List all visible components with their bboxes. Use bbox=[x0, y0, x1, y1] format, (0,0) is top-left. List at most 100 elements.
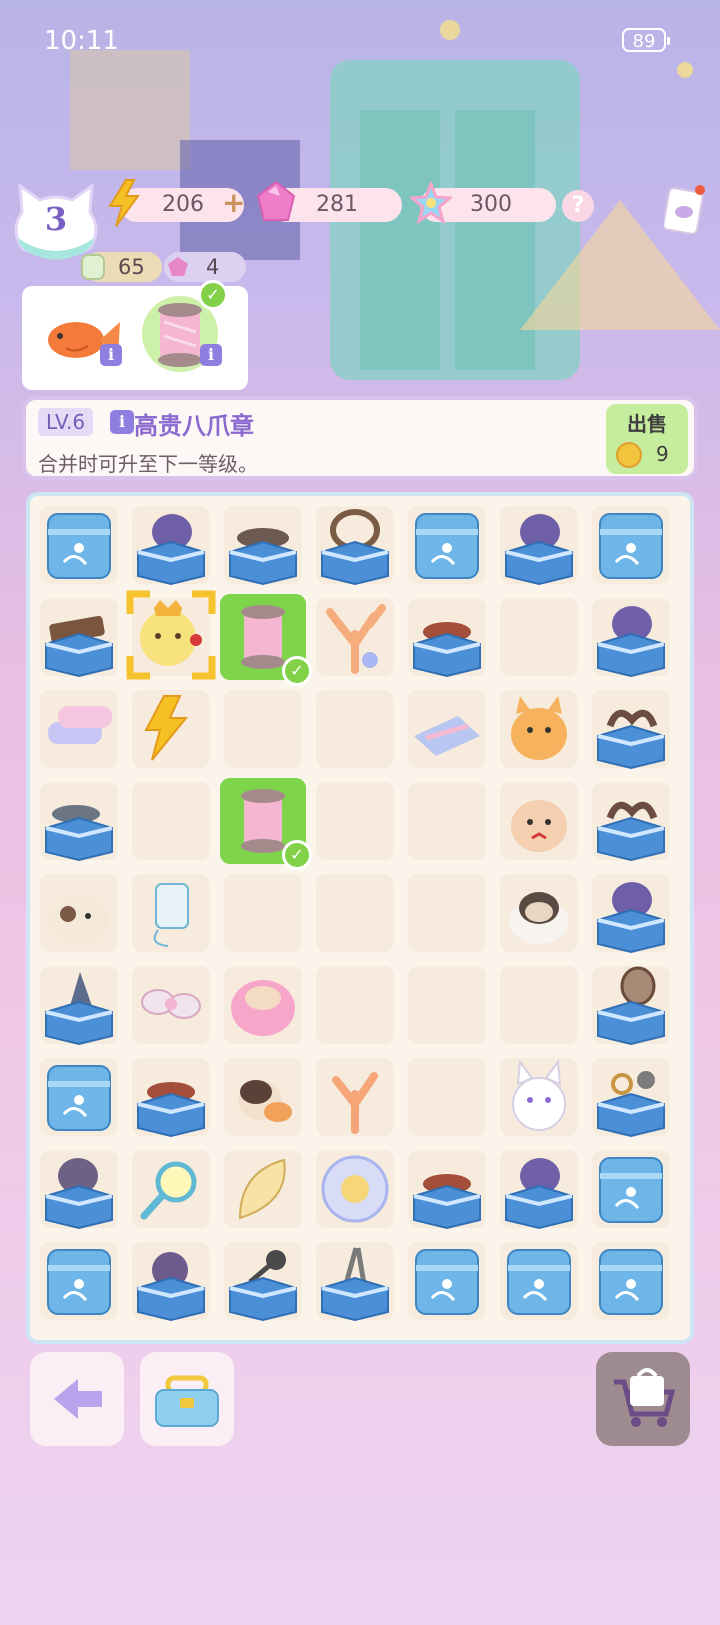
board-cell[interactable] bbox=[36, 870, 122, 956]
board-cell[interactable] bbox=[128, 1238, 214, 1324]
toolbox-button[interactable] bbox=[140, 1352, 234, 1446]
board-cell[interactable] bbox=[128, 502, 214, 588]
merge-board: ✓ ✓ bbox=[26, 492, 694, 1344]
board-cell[interactable] bbox=[404, 1054, 490, 1140]
box-lavender-icon bbox=[597, 606, 665, 678]
board-cell[interactable] bbox=[128, 1054, 214, 1140]
board-cell[interactable] bbox=[588, 594, 674, 680]
board-cell[interactable] bbox=[588, 686, 674, 772]
board-cell[interactable] bbox=[588, 778, 674, 864]
energy-value: 206 bbox=[162, 192, 204, 217]
sell-button[interactable]: 出售 9 bbox=[606, 404, 688, 474]
board-cell[interactable] bbox=[220, 870, 306, 956]
board-cell[interactable] bbox=[588, 502, 674, 588]
board-cell[interactable] bbox=[588, 870, 674, 956]
board-cell[interactable] bbox=[496, 962, 582, 1048]
board-cell[interactable] bbox=[496, 1054, 582, 1140]
cat-white-icon bbox=[512, 1059, 566, 1131]
board-cell[interactable] bbox=[220, 1054, 306, 1140]
board-cell[interactable] bbox=[36, 686, 122, 772]
board-cell[interactable] bbox=[496, 594, 582, 680]
board-cell[interactable] bbox=[312, 686, 398, 772]
order-item-info-button[interactable]: i bbox=[100, 344, 122, 366]
box-lavender-icon bbox=[505, 1158, 573, 1230]
board-cell[interactable] bbox=[126, 590, 216, 680]
board-cell[interactable] bbox=[220, 1238, 306, 1324]
box-rope-icon bbox=[597, 801, 665, 862]
board-cell[interactable] bbox=[404, 1238, 490, 1324]
board-cell[interactable] bbox=[312, 962, 398, 1048]
board-cell[interactable] bbox=[588, 1238, 674, 1324]
board-cell[interactable] bbox=[36, 1054, 122, 1140]
board-cell[interactable] bbox=[220, 686, 306, 772]
cell-tile bbox=[316, 966, 394, 1044]
board-cell[interactable] bbox=[588, 962, 674, 1048]
board-cell[interactable] bbox=[404, 962, 490, 1048]
board-cell[interactable] bbox=[36, 502, 122, 588]
shop-button[interactable] bbox=[596, 1352, 690, 1446]
board-cell[interactable] bbox=[220, 1146, 306, 1232]
box-icon bbox=[599, 1157, 663, 1223]
board-cell[interactable] bbox=[312, 1238, 398, 1324]
pink-bun-icon bbox=[231, 980, 295, 1036]
board-cell[interactable] bbox=[312, 502, 398, 588]
back-arrow-icon bbox=[54, 1379, 102, 1419]
board-cell[interactable] bbox=[36, 1146, 122, 1232]
board-cell[interactable] bbox=[128, 870, 214, 956]
board-cell[interactable] bbox=[496, 1146, 582, 1232]
board-cell[interactable] bbox=[496, 686, 582, 772]
board-cell[interactable] bbox=[128, 962, 214, 1048]
coral-pink-icon bbox=[326, 604, 386, 674]
box-icon bbox=[599, 513, 663, 579]
help-button[interactable]: ? bbox=[562, 190, 594, 222]
toolbox-icon bbox=[155, 1375, 219, 1427]
box-hat-icon bbox=[45, 1158, 113, 1230]
board-cell[interactable] bbox=[404, 686, 490, 772]
cell-tile bbox=[408, 966, 486, 1044]
board-cell[interactable] bbox=[128, 778, 214, 864]
board-cell[interactable]: ✓ bbox=[220, 778, 312, 870]
box-tongs-icon bbox=[321, 1247, 389, 1322]
box-icon bbox=[47, 1249, 111, 1315]
board-cell[interactable] bbox=[588, 1146, 674, 1232]
board-cell[interactable] bbox=[220, 962, 306, 1048]
board-cell[interactable] bbox=[128, 686, 214, 772]
board-cell[interactable] bbox=[312, 594, 398, 680]
board-cell[interactable] bbox=[404, 870, 490, 956]
board-cell[interactable] bbox=[312, 778, 398, 864]
board-cell[interactable] bbox=[312, 1146, 398, 1232]
stars-value: 300 bbox=[470, 192, 512, 217]
board-cell[interactable] bbox=[128, 1146, 214, 1232]
item-info-panel: LV.6 i 高贵八爪章 合并时可升至下一等级。 出售 9 bbox=[22, 396, 698, 480]
board-cell[interactable] bbox=[496, 778, 582, 864]
board-cell[interactable] bbox=[36, 1238, 122, 1324]
magnifier-icon bbox=[140, 1161, 197, 1220]
board-cell[interactable] bbox=[404, 594, 490, 680]
quest-book-button[interactable] bbox=[662, 184, 706, 235]
board-cell[interactable] bbox=[312, 870, 398, 956]
item-description: 合并时可升至下一等级。 bbox=[38, 452, 258, 476]
cat-ghost-icon bbox=[509, 892, 569, 944]
board-cell[interactable] bbox=[404, 1146, 490, 1232]
board-cell[interactable] bbox=[312, 1054, 398, 1140]
board-cell[interactable] bbox=[404, 502, 490, 588]
box-icon bbox=[415, 1249, 479, 1315]
energy-add-button[interactable]: + bbox=[222, 186, 245, 219]
board-cell[interactable] bbox=[496, 870, 582, 956]
board-cell[interactable] bbox=[36, 962, 122, 1048]
board-cell[interactable] bbox=[36, 594, 122, 680]
box-yarn-icon bbox=[137, 1252, 205, 1322]
board-cell[interactable]: ✓ bbox=[220, 594, 312, 686]
box-icon bbox=[599, 1249, 663, 1315]
board-cell[interactable] bbox=[496, 502, 582, 588]
board-cell[interactable] bbox=[404, 778, 490, 864]
cell-tile bbox=[316, 874, 394, 952]
board-cell[interactable] bbox=[36, 778, 122, 864]
board-cell[interactable] bbox=[588, 1054, 674, 1140]
item-info-icon[interactable]: i bbox=[110, 410, 134, 434]
order-item-info-button[interactable]: i bbox=[200, 344, 222, 366]
back-button[interactable] bbox=[30, 1352, 124, 1446]
order-card[interactable]: i ✓ i bbox=[22, 280, 248, 390]
board-cell[interactable] bbox=[220, 502, 306, 588]
board-cell[interactable] bbox=[496, 1238, 582, 1324]
